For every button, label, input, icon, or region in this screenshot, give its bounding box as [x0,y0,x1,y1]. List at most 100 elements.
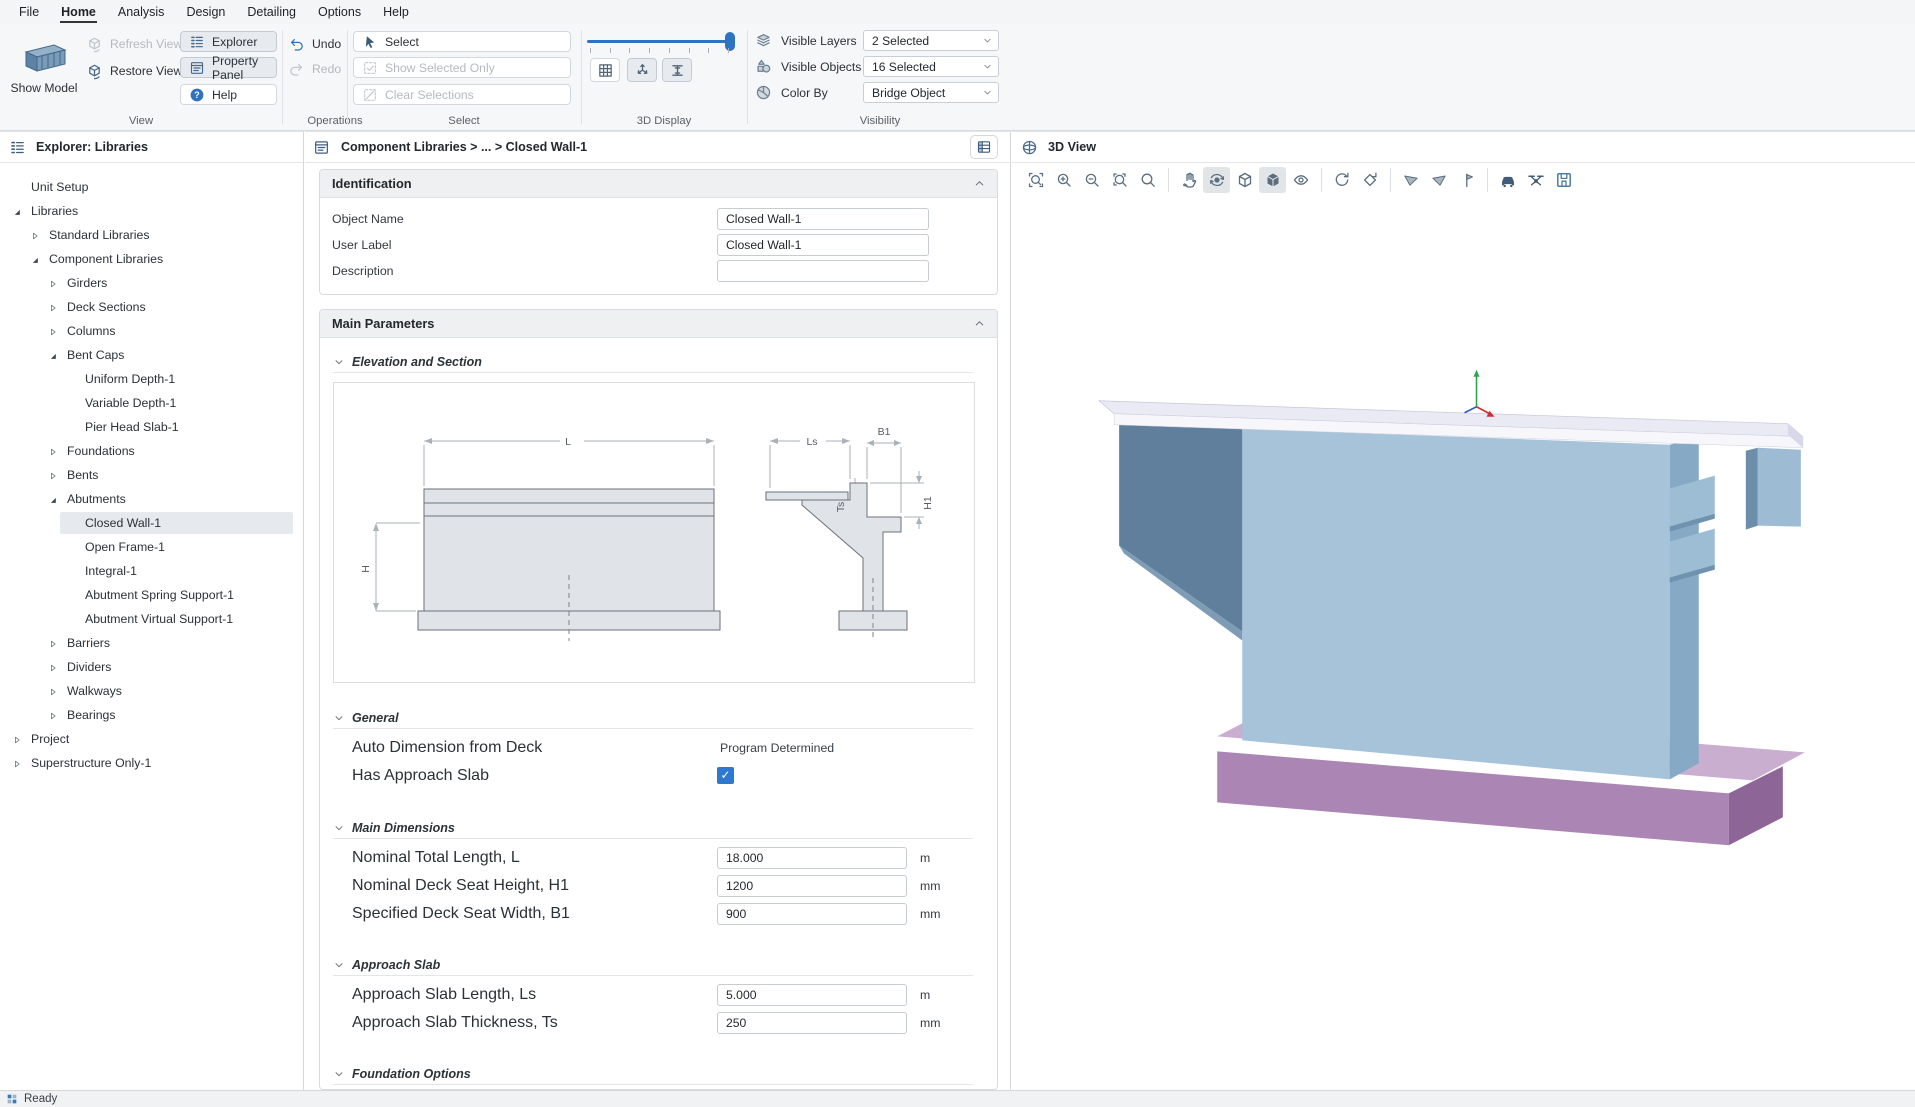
tree-item-foundations[interactable]: Foundations [0,439,303,463]
tree-item-project[interactable]: Project [0,727,303,751]
undo-button[interactable]: Undo [288,33,341,55]
expand-arrow-icon[interactable] [48,638,58,648]
tree-item-dividers[interactable]: Dividers [0,655,303,679]
open-table-view-button[interactable] [970,135,998,159]
collapse-icon[interactable] [973,177,986,190]
foundation-options-section-header[interactable]: Foundation Options [333,1064,973,1085]
extrude-display-button[interactable] [627,58,657,82]
expand-arrow-icon[interactable] [48,710,58,720]
orbit-button[interactable] [1203,167,1230,193]
select-button[interactable]: Select [353,31,571,52]
main-parameters-header[interactable]: Main Parameters [320,310,997,338]
view-dir-2-button[interactable] [1425,167,1452,193]
menu-home[interactable]: Home [50,2,107,23]
visible-layers-dropdown[interactable]: 2 Selected [863,30,999,51]
tree-item-unit-setup[interactable]: Unit Setup [0,175,303,199]
show-model-button[interactable]: Show Model [8,30,80,106]
grid-display-button[interactable] [590,58,620,82]
zoom-out-button[interactable] [1078,167,1105,193]
tree-item-bent-caps[interactable]: Bent Caps [0,343,303,367]
rotate-cw-button[interactable] [1328,167,1355,193]
general-section-header[interactable]: General [333,708,973,729]
object-name-input[interactable] [717,208,929,230]
tree-item-abutment-virtual-support-1[interactable]: Abutment Virtual Support-1 [0,607,303,631]
expand-arrow-icon[interactable] [12,758,22,768]
zoom-in-button[interactable] [1050,167,1077,193]
section-box-button[interactable] [1550,167,1577,193]
explorer-toggle-button[interactable]: Explorer [180,31,277,52]
tree-item-libraries[interactable]: Libraries [0,199,303,223]
tree-item-closed-wall-1[interactable]: Closed Wall-1 [0,511,303,535]
has-approach-slab-checkbox[interactable]: ✓ [717,767,734,784]
property-panel-toggle-button[interactable]: Property Panel [180,57,277,78]
tree-item-bearings[interactable]: Bearings [0,703,303,727]
expand-arrow-icon[interactable] [48,326,58,336]
color-by-dropdown[interactable]: Bridge Object [863,82,999,103]
fly-over-button[interactable] [1522,167,1549,193]
menu-file[interactable]: File [8,2,50,23]
tree-item-pier-head-slab-1[interactable]: Pier Head Slab-1 [0,415,303,439]
tree-item-variable-depth-1[interactable]: Variable Depth-1 [0,391,303,415]
property-scroll-area[interactable]: Identification Object NameUser LabelDesc… [305,163,1010,1090]
tree-item-standard-libraries[interactable]: Standard Libraries [0,223,303,247]
expand-arrow-icon[interactable] [12,734,22,744]
collapse-arrow-icon[interactable] [48,350,58,360]
visibility-eye-button[interactable] [1287,167,1314,193]
approach-slab-thickness-ts-input[interactable] [717,1012,907,1034]
elevation-section-header[interactable]: Elevation and Section [333,352,973,373]
tree-item-girders[interactable]: Girders [0,271,303,295]
zoom-extents-button[interactable] [1022,167,1049,193]
zoom-dynamic-button[interactable] [1134,167,1161,193]
tree-item-bents[interactable]: Bents [0,463,303,487]
cube-solid-button[interactable] [1259,167,1286,193]
expand-arrow-icon[interactable] [48,278,58,288]
collapse-arrow-icon[interactable] [30,254,40,264]
user-label-input[interactable] [717,234,929,256]
section-display-button[interactable] [662,58,692,82]
collapse-icon[interactable] [973,317,986,330]
identification-header[interactable]: Identification [320,170,997,198]
display-slider-track[interactable] [587,40,732,43]
redo-button[interactable]: Redo [288,58,341,80]
menu-design[interactable]: Design [175,2,236,23]
tree-item-walkways[interactable]: Walkways [0,679,303,703]
tree-item-deck-sections[interactable]: Deck Sections [0,295,303,319]
tree-item-abutment-spring-support-1[interactable]: Abutment Spring Support-1 [0,583,303,607]
pan-button[interactable] [1175,167,1202,193]
menu-options[interactable]: Options [307,2,372,23]
tree-item-columns[interactable]: Columns [0,319,303,343]
menu-analysis[interactable]: Analysis [107,2,176,23]
3d-viewport[interactable] [1012,196,1915,1090]
tree-item-abutments[interactable]: Abutments [0,487,303,511]
tree-item-uniform-depth-1[interactable]: Uniform Depth-1 [0,367,303,391]
expand-arrow-icon[interactable] [30,230,40,240]
cube-wireframe-button[interactable] [1231,167,1258,193]
approach-slab-section-header[interactable]: Approach Slab [333,955,973,976]
view-dir-1-button[interactable] [1397,167,1424,193]
menu-detailing[interactable]: Detailing [236,2,307,23]
nominal-deck-seat-height-h1-input[interactable] [717,875,907,897]
restore-view-button[interactable]: Restore View [86,60,182,82]
tree-item-component-libraries[interactable]: Component Libraries [0,247,303,271]
tree-item-superstructure-only-1[interactable]: Superstructure Only-1 [0,751,303,775]
menu-help[interactable]: Help [372,2,420,23]
expand-arrow-icon[interactable] [48,662,58,672]
expand-arrow-icon[interactable] [48,686,58,696]
help-button[interactable]: ? Help [180,84,277,105]
zoom-window-button[interactable] [1106,167,1133,193]
rotate-axis-button[interactable] [1356,167,1383,193]
show-selected-only-button[interactable]: Show Selected Only [353,57,571,78]
drive-through-button[interactable] [1494,167,1521,193]
tree-item-barriers[interactable]: Barriers [0,631,303,655]
view-dir-3-button[interactable] [1453,167,1480,193]
expand-arrow-icon[interactable] [48,446,58,456]
tree-item-integral-1[interactable]: Integral-1 [0,559,303,583]
approach-slab-length-ls-input[interactable] [717,984,907,1006]
collapse-arrow-icon[interactable] [12,206,22,216]
clear-selections-button[interactable]: Clear Selections [353,84,571,105]
main-dimensions-section-header[interactable]: Main Dimensions [333,818,973,839]
refresh-view-button[interactable]: Refresh View [86,33,182,55]
collapse-arrow-icon[interactable] [48,494,58,504]
tree-item-open-frame-1[interactable]: Open Frame-1 [0,535,303,559]
specified-deck-seat-width-b1-input[interactable] [717,903,907,925]
